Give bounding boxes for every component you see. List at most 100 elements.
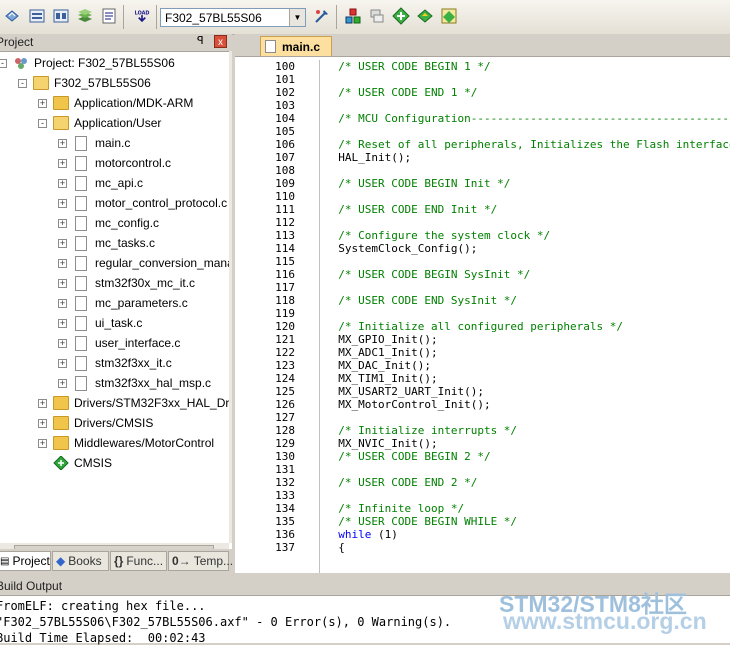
collapse-icon[interactable]: - [38,118,47,128]
stop-build-icon[interactable] [99,6,119,26]
tree-item-label: mc_config.c [95,216,160,230]
build-icon[interactable] [27,6,47,26]
tree-item[interactable]: + stm32f3xx_it.c [58,353,172,373]
pack-installer-icon[interactable] [391,6,411,26]
close-icon[interactable]: x [214,35,227,48]
line-number: 120 [275,320,295,333]
expand-icon[interactable]: + [58,298,67,308]
tree-item[interactable]: + mc_tasks.c [58,233,155,253]
expand-icon[interactable]: + [58,218,67,228]
expand-icon[interactable]: + [58,318,67,328]
batch-build-icon[interactable] [75,6,95,26]
rebuild-icon[interactable] [51,6,71,26]
expand-icon[interactable]: + [58,198,67,208]
tree-item[interactable]: + main.c [58,133,130,153]
tree-vertical-scrollbar[interactable] [229,51,232,543]
select-packs-icon[interactable] [415,6,435,26]
line-number: 133 [275,489,295,502]
expand-icon[interactable]: + [58,158,67,168]
line-number: 134 [275,502,295,515]
tab-templates[interactable]: 0→ Temp... [168,551,233,571]
file-icon [75,275,87,291]
project-tab-icon: ▤ [0,555,10,567]
line-number: 123 [275,359,295,372]
component-icon [53,455,69,471]
software-packs-icon[interactable] [439,6,459,26]
file-icon [75,355,87,371]
tree-item[interactable]: - F302_57BL55S06 [18,73,151,93]
load-icon[interactable]: LOAD [130,6,154,26]
tree-item[interactable]: + user_interface.c [58,333,180,353]
line-number: 131 [275,463,295,476]
expand-icon[interactable]: + [38,398,47,408]
tree-item[interactable]: + mc_api.c [58,173,143,193]
code-line: /* USER CODE BEGIN 2 */ [325,450,491,463]
target-options-icon[interactable] [312,6,332,26]
target-select[interactable]: F302_57BL55S06 ▼ [160,8,306,27]
pin-icon[interactable]: ꟼ [197,34,204,47]
line-number: 100 [275,60,295,73]
tree-item-label: F302_57BL55S06 [54,76,151,90]
tree-item[interactable]: + stm32f30x_mc_it.c [58,273,195,293]
tree-item-label: motor_control_protocol.c [95,196,228,210]
tree-item-label: stm32f30x_mc_it.c [95,276,196,290]
line-number: 112 [275,216,295,229]
expand-icon[interactable]: + [58,358,67,368]
tree-item[interactable]: + Middlewares/MotorControl [38,433,214,453]
tree-item-label: Application/User [74,116,162,130]
code-area[interactable]: /* USER CODE BEGIN 1 */ /* USER CODE END… [325,60,730,573]
translate-icon[interactable] [2,6,22,26]
expand-icon[interactable]: + [58,378,67,388]
tree-item[interactable]: - Project: F302_57BL55S06 [0,53,175,73]
code-line: { [325,541,345,554]
tree-item-label: motorcontrol.c [95,156,172,170]
tree-item[interactable]: + Drivers/STM32F3xx_HAL_Driver [38,393,229,413]
line-number: 108 [275,164,295,177]
tree-item[interactable]: - Application/User [38,113,161,133]
file-icon [75,235,87,251]
line-number: 101 [275,73,295,86]
line-number: 132 [275,476,295,489]
line-number: 104 [275,112,295,125]
expand-icon[interactable]: + [58,338,67,348]
project-panel: Project ꟼ x - Project: F302_57BL55S06- F30… [0,34,233,573]
expand-icon[interactable]: + [58,278,67,288]
tab-books[interactable]: ◆ Books [52,551,109,571]
tree-item-label: mc_tasks.c [95,236,156,250]
expand-icon[interactable]: + [58,138,67,148]
chevron-down-icon[interactable]: ▼ [289,9,305,26]
expand-icon[interactable]: + [58,178,67,188]
tree-item-label: Application/MDK-ARM [74,96,194,110]
tree-item[interactable]: + Application/MDK-ARM [38,93,193,113]
expand-icon[interactable]: + [38,438,47,448]
manage-components-icon[interactable] [343,6,363,26]
tree-item[interactable]: + regular_conversion_manager.c [58,253,229,273]
expand-icon[interactable]: + [38,418,47,428]
collapse-icon[interactable]: - [0,58,7,68]
expand-icon[interactable]: + [58,258,67,268]
tree-item[interactable]: + stm32f3xx_hal_msp.c [58,373,211,393]
tab-project[interactable]: ▤ Project [0,551,51,571]
tree-item[interactable]: + ui_task.c [58,313,142,333]
tree-item[interactable]: + mc_parameters.c [58,293,188,313]
tab-functions[interactable]: {} Func... [110,551,167,571]
file-icon [75,255,87,271]
tree-item[interactable]: + mc_config.c [58,213,159,233]
expand-icon[interactable]: + [38,98,47,108]
watermark-url: www.stmcu.org.cn [503,608,707,634]
manage-project-icon[interactable] [367,6,387,26]
line-number: 127 [275,411,295,424]
editor-tab-main-c[interactable]: main.c [260,36,332,56]
tree-item-label: Drivers/STM32F3xx_HAL_Driver [74,396,229,410]
tab-templates-label: Temp... [193,554,234,568]
tree-item-label: Drivers/CMSIS [74,416,154,430]
tree-item[interactable]: + Drivers/CMSIS [38,413,153,433]
tree-item[interactable]: + motorcontrol.c [58,153,171,173]
tree-item[interactable]: CMSIS [38,453,112,473]
tree-item[interactable]: + motor_control_protocol.c [58,193,227,213]
line-number: 117 [275,281,295,294]
collapse-icon[interactable]: - [18,78,27,88]
expand-icon[interactable]: + [58,238,67,248]
target-select-value: F302_57BL55S06 [165,11,262,25]
open-folder-icon [53,116,69,130]
